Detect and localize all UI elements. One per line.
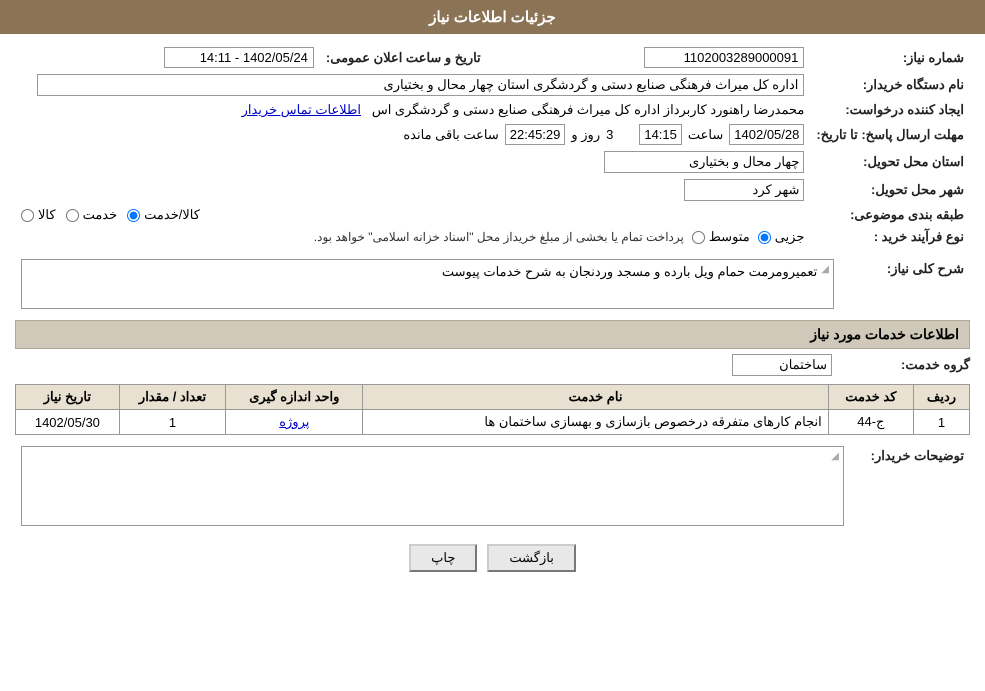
service-group-label: گروه خدمت: xyxy=(840,357,970,373)
col-code: کد خدمت xyxy=(828,385,913,410)
process-note: پرداخت تمام یا بخشی از مبلغ خریداز محل "… xyxy=(314,230,684,244)
creator-value: محمدرضا راهنورد کاربرداز اداره کل میراث … xyxy=(372,102,805,117)
response-time-label: ساعت xyxy=(688,127,723,143)
city-label: شهر محل تحویل: xyxy=(810,176,970,204)
buyer-org-label: نام دستگاه خریدار: xyxy=(810,71,970,99)
category-both-radio[interactable] xyxy=(127,209,140,222)
need-number-value: 1102003289000091 xyxy=(644,47,804,68)
announce-date-label: تاریخ و ساعت اعلان عمومی: xyxy=(320,44,487,71)
col-name: نام خدمت xyxy=(363,385,828,410)
cell-quantity: 1 xyxy=(119,410,226,435)
page-title: جزئیات اطلاعات نیاز xyxy=(0,0,985,34)
creator-link[interactable]: اطلاعات تماس خریدار xyxy=(242,102,361,117)
cell-date: 1402/05/30 xyxy=(16,410,120,435)
col-quantity: تعداد / مقدار xyxy=(119,385,226,410)
response-date-label: مهلت ارسال پاسخ: تا تاریخ: xyxy=(810,121,970,148)
response-days-value: 3 xyxy=(606,127,613,142)
services-section-header: اطلاعات خدمات مورد نیاز xyxy=(15,320,970,349)
buyer-notes-label: توضیحات خریدار: xyxy=(850,443,970,529)
print-button[interactable]: چاپ xyxy=(409,544,477,572)
description-label: شرح کلی نیاز: xyxy=(840,256,970,312)
cell-row: 1 xyxy=(914,410,970,435)
response-days-label: روز و xyxy=(571,127,600,143)
cell-name: انجام کارهای متفرقه درخصوص بازسازی و بهس… xyxy=(363,410,828,435)
process-medium-radio[interactable] xyxy=(692,231,705,244)
category-service-radio[interactable] xyxy=(66,209,79,222)
process-type-label: نوع فرآیند خرید : xyxy=(810,226,970,248)
table-row: 1 ج-44 انجام کارهای متفرقه درخصوص بازساز… xyxy=(16,410,970,435)
buyer-notes-corner-icon: ◢ xyxy=(831,451,839,462)
process-partial-radio[interactable] xyxy=(758,231,771,244)
col-unit: واحد اندازه گیری xyxy=(226,385,363,410)
cell-code: ج-44 xyxy=(828,410,913,435)
buyer-org-value: اداره کل میراث فرهنگی صنایع دستی و گردشگ… xyxy=(37,74,805,96)
cell-unit: پروژه xyxy=(226,410,363,435)
category-kala-radio[interactable] xyxy=(21,209,34,222)
services-table: ردیف کد خدمت نام خدمت واحد اندازه گیری ت… xyxy=(15,384,970,435)
response-date-value: 1402/05/28 xyxy=(729,124,804,145)
category-service-label: خدمت xyxy=(83,207,118,223)
process-partial-label: جزیی xyxy=(775,229,805,245)
response-hours-label: ساعت باقی مانده xyxy=(403,127,498,143)
creator-label: ایجاد کننده درخواست: xyxy=(810,99,970,121)
response-remaining-value: 22:45:29 xyxy=(505,124,566,145)
service-group-value: ساختمان xyxy=(732,354,832,376)
province-value: چهار محال و بختیاری xyxy=(604,151,804,173)
back-button[interactable]: بازگشت xyxy=(487,544,575,572)
col-date: تاریخ نیاز xyxy=(16,385,120,410)
announce-date-value: 1402/05/24 - 14:11 xyxy=(164,47,314,68)
desc-corner-icon: ◢ xyxy=(821,264,829,275)
response-time-value: 14:15 xyxy=(639,124,682,145)
category-both-label: کالا/خدمت xyxy=(144,207,200,223)
category-label: طبقه بندی موضوعی: xyxy=(810,204,970,226)
description-value: تعمیرومرمت حمام ویل بارده و مسجد وردنجان… xyxy=(442,264,817,280)
province-label: استان محل تحویل: xyxy=(810,148,970,176)
category-kala-label: کالا xyxy=(38,207,56,223)
city-value: شهر کرد xyxy=(684,179,804,201)
col-row: ردیف xyxy=(914,385,970,410)
process-medium-label: متوسط xyxy=(709,229,750,245)
need-number-label: شماره نیاز: xyxy=(810,44,970,71)
